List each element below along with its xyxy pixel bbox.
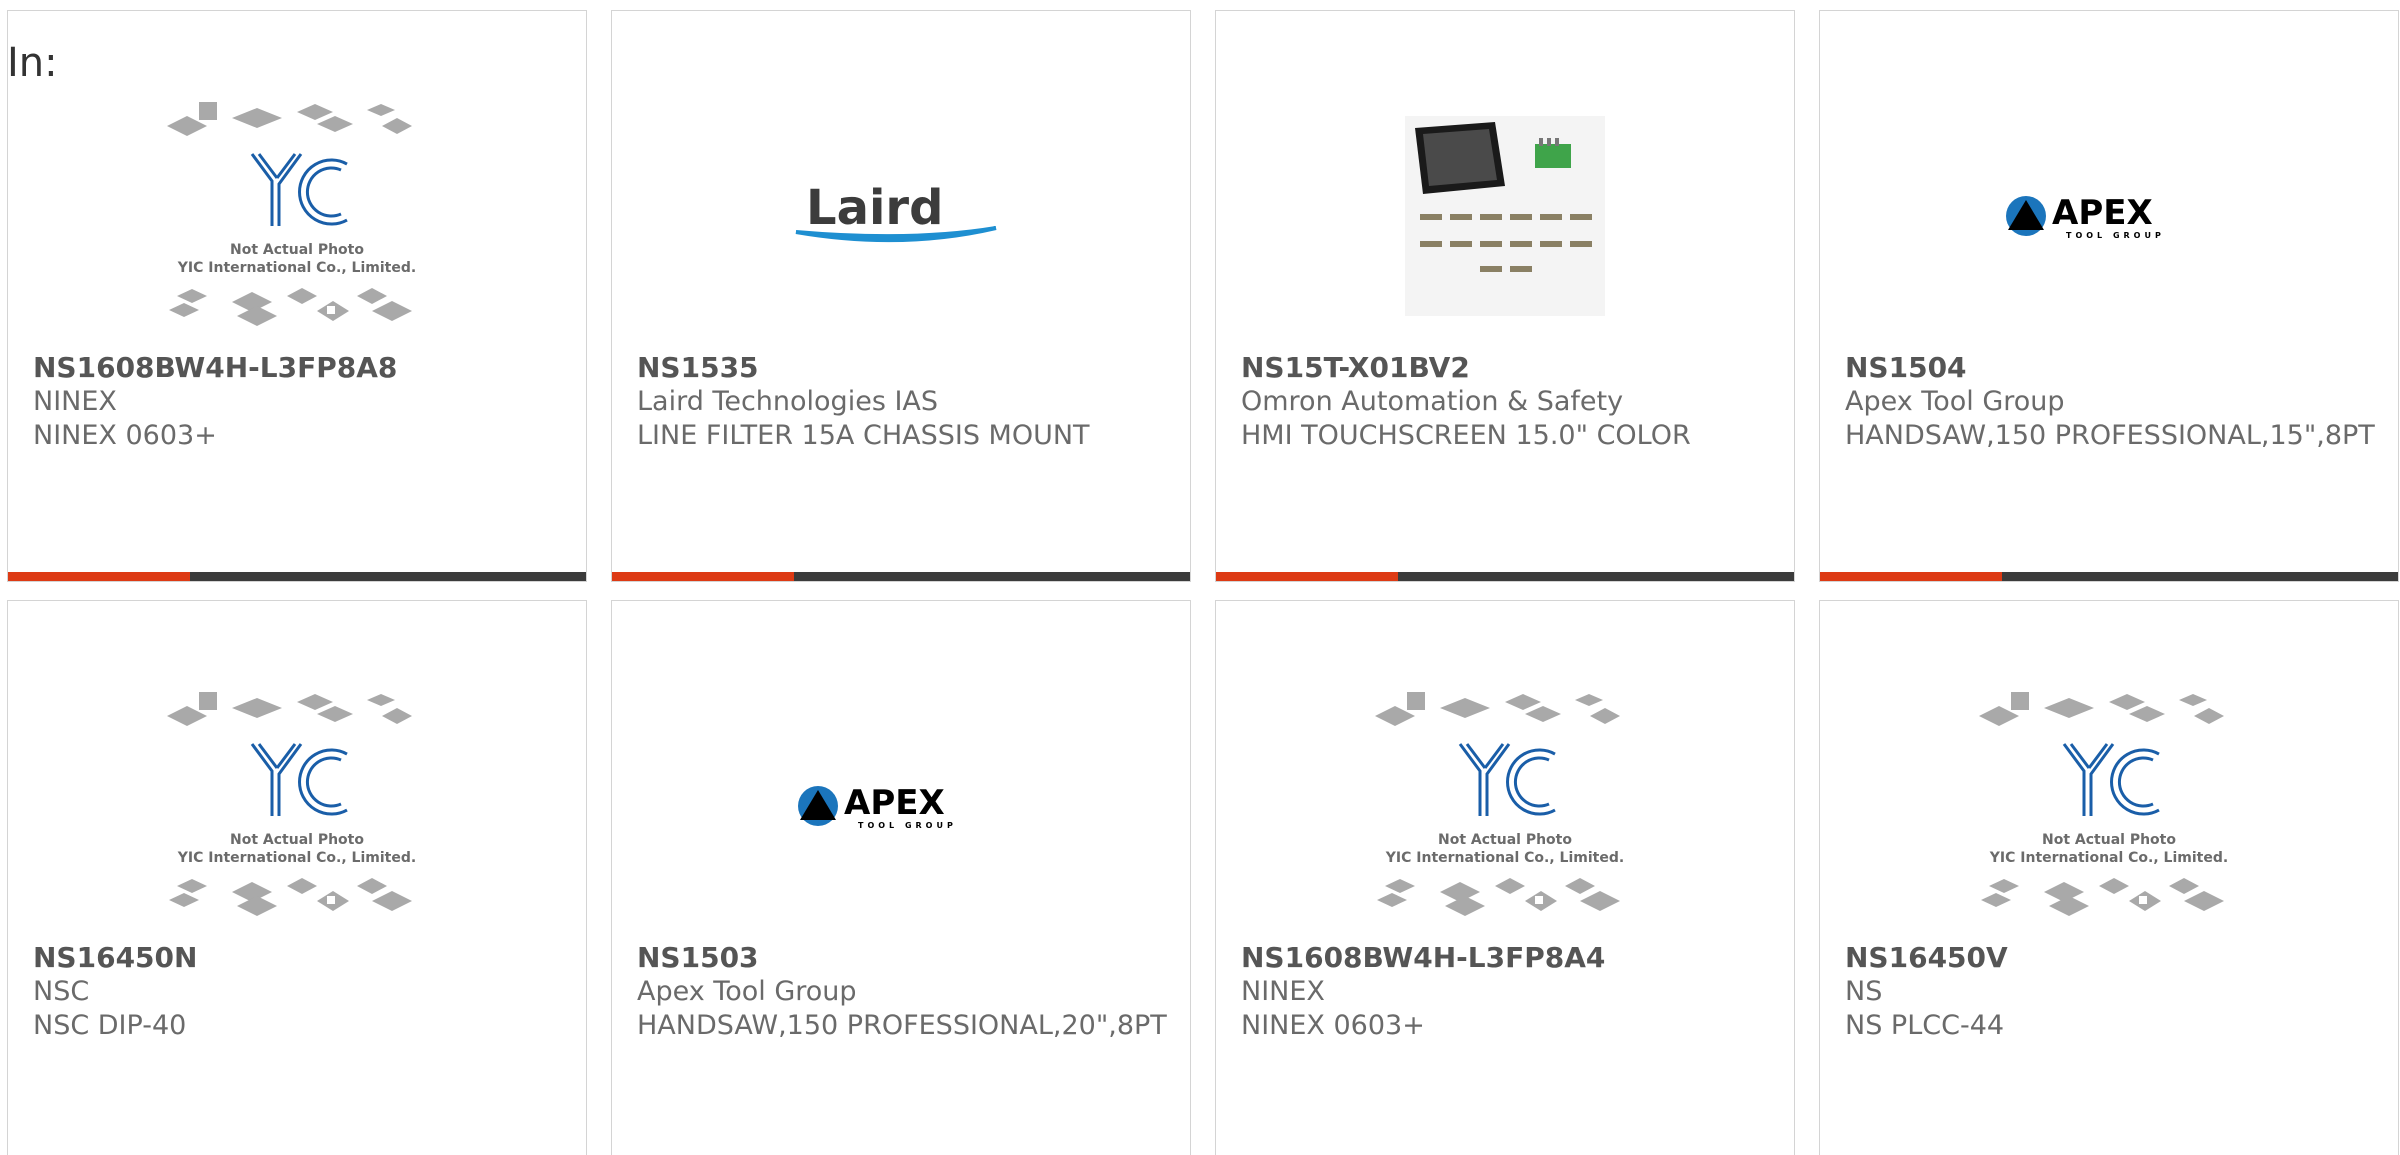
card-bar bbox=[612, 572, 1190, 581]
card-bar-accent bbox=[8, 572, 190, 581]
product-card[interactable]: Not Actual Photo YIC International Co., … bbox=[1819, 600, 2399, 1155]
apex-logo: APEX TOOL GROUP bbox=[2006, 193, 2165, 240]
svg-text:YIC International Co., Limited: YIC International Co., Limited. bbox=[177, 260, 416, 276]
manufacturer: Omron Automation & Safety bbox=[1241, 386, 1624, 417]
part-number[interactable]: NS1608BW4H-L3FP8A8 bbox=[33, 351, 563, 385]
svg-text:Not Actual Photo: Not Actual Photo bbox=[230, 242, 364, 258]
svg-text:APEX: APEX bbox=[2052, 193, 2153, 233]
part-number[interactable]: NS1608BW4H-L3FP8A4 bbox=[1241, 941, 1771, 975]
part-number[interactable]: NS16450N bbox=[33, 941, 563, 975]
product-image[interactable]: APEX TOOL GROUP bbox=[1820, 81, 2398, 351]
description: HANDSAW,150 PROFESSIONAL,15",8PT bbox=[1845, 420, 2375, 451]
svg-text:YIC International Co., Limited: YIC International Co., Limited. bbox=[1989, 850, 2228, 866]
part-number[interactable]: NS1535 bbox=[637, 351, 1167, 385]
product-card[interactable]: Not Actual Photo YIC International Co., … bbox=[7, 600, 587, 1155]
card-bar-accent bbox=[1820, 572, 2002, 581]
svg-text:Not Actual Photo: Not Actual Photo bbox=[1438, 832, 1572, 848]
product-image[interactable]: Not Actual Photo YIC International Co., … bbox=[1820, 671, 2398, 941]
product-card[interactable]: APEX TOOL GROUP NS1503 Apex Tool Group H… bbox=[611, 600, 1191, 1155]
yic-placeholder-icon: Not Actual Photo YIC International Co., … bbox=[1979, 692, 2228, 916]
manufacturer: NINEX bbox=[33, 386, 117, 417]
product-card[interactable]: Laird NS1535 Laird Technologies IAS LINE… bbox=[611, 10, 1191, 582]
yic-placeholder-icon: Not Actual Photo YIC International Co., … bbox=[167, 102, 416, 326]
touchscreen-photo bbox=[1405, 116, 1605, 316]
description: LINE FILTER 15A CHASSIS MOUNT bbox=[637, 420, 1090, 451]
product-image[interactable]: Not Actual Photo YIC International Co., … bbox=[8, 671, 586, 941]
part-number[interactable]: NS1504 bbox=[1845, 351, 2375, 385]
card-bar bbox=[8, 572, 586, 581]
product-image[interactable]: Laird bbox=[612, 81, 1190, 351]
manufacturer: NSC bbox=[33, 976, 90, 1007]
part-number[interactable]: NS16450V bbox=[1845, 941, 2375, 975]
description: NINEX 0603+ bbox=[1241, 1010, 1425, 1041]
description: NS PLCC-44 bbox=[1845, 1010, 2005, 1041]
description: HANDSAW,150 PROFESSIONAL,20",8PT bbox=[637, 1010, 1167, 1041]
description: NSC DIP-40 bbox=[33, 1010, 187, 1041]
svg-text:Laird: Laird bbox=[806, 180, 943, 236]
product-card[interactable]: Not Actual Photo YIC International Co., … bbox=[1215, 600, 1795, 1155]
manufacturer: NINEX bbox=[1241, 976, 1325, 1007]
description: NINEX 0603+ bbox=[33, 420, 217, 451]
svg-text:YIC International Co., Limited: YIC International Co., Limited. bbox=[177, 850, 416, 866]
product-card[interactable]: Not Actual Photo YIC International Co., … bbox=[7, 10, 587, 582]
svg-text:Not Actual Photo: Not Actual Photo bbox=[230, 832, 364, 848]
card-bar-accent bbox=[1216, 572, 1398, 581]
card-bar bbox=[1216, 572, 1794, 581]
card-bar-accent bbox=[612, 572, 794, 581]
product-grid: In: Not Actual Photo YIC International C… bbox=[0, 0, 2400, 1155]
product-image[interactable]: Not Actual Photo YIC International Co., … bbox=[8, 81, 586, 351]
description: HMI TOUCHSCREEN 15.0" COLOR bbox=[1241, 420, 1691, 451]
part-number[interactable]: NS15T-X01BV2 bbox=[1241, 351, 1771, 385]
manufacturer: Laird Technologies IAS bbox=[637, 386, 939, 417]
card-bar bbox=[1820, 572, 2398, 581]
manufacturer: Apex Tool Group bbox=[637, 976, 857, 1007]
svg-text:TOOL GROUP: TOOL GROUP bbox=[858, 821, 957, 830]
svg-text:APEX: APEX bbox=[844, 783, 945, 823]
product-image[interactable] bbox=[1216, 81, 1794, 351]
product-image[interactable]: APEX TOOL GROUP bbox=[612, 671, 1190, 941]
manufacturer: NS bbox=[1845, 976, 1883, 1007]
yic-placeholder-icon: Not Actual Photo YIC International Co., … bbox=[167, 692, 416, 916]
apex-logo: APEX TOOL GROUP bbox=[798, 783, 957, 830]
manufacturer: Apex Tool Group bbox=[1845, 386, 2065, 417]
product-card[interactable]: NS15T-X01BV2 Omron Automation & Safety H… bbox=[1215, 10, 1795, 582]
laird-logo: Laird bbox=[795, 180, 997, 243]
product-image[interactable]: Not Actual Photo YIC International Co., … bbox=[1216, 671, 1794, 941]
yic-placeholder-icon: Not Actual Photo YIC International Co., … bbox=[1375, 692, 1624, 916]
product-card[interactable]: APEX TOOL GROUP NS1504 Apex Tool Group H… bbox=[1819, 10, 2399, 582]
svg-text:YIC International Co., Limited: YIC International Co., Limited. bbox=[1385, 850, 1624, 866]
svg-text:TOOL GROUP: TOOL GROUP bbox=[2066, 231, 2165, 240]
filter-label: In: bbox=[7, 40, 58, 86]
part-number[interactable]: NS1503 bbox=[637, 941, 1167, 975]
svg-text:Not Actual Photo: Not Actual Photo bbox=[2042, 832, 2176, 848]
